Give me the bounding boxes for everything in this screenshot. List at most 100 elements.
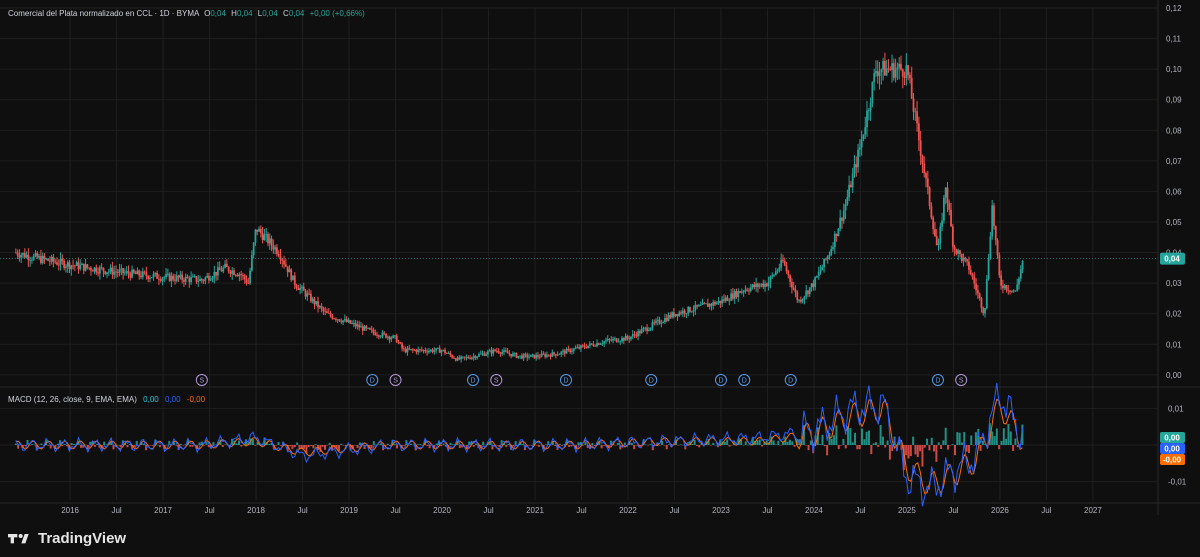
tradingview-brand[interactable]: TradingView (8, 527, 126, 549)
candle-body (513, 353, 516, 354)
candle-body (964, 257, 967, 260)
candle-body (907, 65, 910, 75)
x-tick-label: Jul (948, 506, 958, 515)
price-chart[interactable]: 0,12 0,11 0,10 0,09 0,08 0,07 0,06 0,05 0,04 0,03… (0, 0, 1200, 557)
price-point (519, 356, 521, 358)
price-point (697, 307, 699, 309)
candle-body (487, 351, 489, 355)
price-point (108, 270, 110, 272)
candle-body (31, 259, 33, 261)
price-point (674, 313, 676, 315)
candle-body (352, 322, 355, 324)
macd-histogram-bar (909, 445, 912, 457)
price-point (255, 227, 257, 229)
candle-body (637, 331, 640, 337)
candle-body (184, 276, 187, 282)
macd-histogram-bar (1002, 428, 1005, 445)
candle-body (765, 283, 768, 287)
x-tick-label: 2026 (991, 506, 1009, 515)
macd-histogram-bar (826, 445, 829, 456)
price-point (650, 325, 652, 327)
macd-histogram-bar (842, 438, 845, 445)
candle-body (935, 236, 938, 246)
macd-histogram-bar (772, 440, 775, 445)
candle-body (138, 270, 141, 276)
candle-body (880, 69, 883, 73)
x-tick-label: 2020 (433, 506, 451, 515)
candle-body (544, 354, 547, 357)
macd-legend: MACD (12, 26, close, 9, EMA, EMA) 0,00 0… (8, 395, 205, 404)
macd-title[interactable]: MACD (12, 26, close, 9, EMA, EMA) (8, 395, 137, 404)
candle-body (390, 337, 393, 340)
candle-body (379, 336, 382, 338)
candle-body (360, 326, 362, 328)
macd-histogram-bar (238, 440, 241, 445)
candle-body (483, 353, 486, 356)
candle-body (118, 269, 121, 273)
candle-body (953, 246, 956, 250)
candle-body (1010, 290, 1013, 292)
candle-body (606, 339, 609, 341)
macd-histogram-bar (940, 445, 943, 449)
macd-histogram-bar (324, 445, 327, 450)
macd-histogram-bar (496, 445, 499, 446)
candle-body (939, 226, 942, 244)
macd-histogram-bar (326, 445, 329, 446)
price-point (162, 276, 164, 278)
candle-body (276, 247, 278, 254)
candle-body (132, 269, 135, 273)
candle-body (343, 319, 346, 321)
candle-body (249, 270, 251, 284)
macd-histogram-bar (289, 445, 292, 447)
candle-body (642, 328, 645, 330)
candle-body (794, 289, 797, 293)
macd-histogram-bar (356, 445, 359, 449)
candle-body (204, 277, 207, 281)
candle-body (807, 290, 809, 294)
price-point (309, 298, 311, 300)
y-tick-label: 0,03 (1166, 279, 1182, 288)
candle-body (460, 356, 462, 360)
macd-histogram-bar (1012, 445, 1015, 452)
price-point (999, 282, 1001, 284)
candle-body (288, 269, 291, 273)
candle-body (283, 260, 285, 265)
price-point (829, 252, 831, 254)
macd-histogram-bar (919, 445, 922, 452)
candle-body (578, 347, 581, 349)
macd-histogram-bar (561, 445, 564, 446)
marker-label: S (494, 378, 499, 385)
candle-body (159, 279, 162, 281)
candle-body (1014, 290, 1017, 292)
candle-body (635, 334, 638, 337)
y-tick-label: 0,01 (1166, 340, 1182, 349)
macd-histogram-bar (535, 445, 538, 446)
candle-body (213, 272, 216, 278)
candle-body (177, 275, 180, 278)
symbol-title[interactable]: Comercial del Plata normalizado en CCL ·… (8, 9, 199, 18)
candle-body (435, 348, 437, 351)
macd-histogram-bar (40, 443, 43, 445)
candle-body (835, 233, 838, 237)
candle-body (751, 284, 754, 288)
candle-body (125, 271, 128, 273)
candle-body (910, 78, 913, 99)
candle-body (411, 349, 414, 350)
macd-histogram-bar (949, 445, 952, 446)
candle-body (504, 350, 507, 352)
candle-body (451, 355, 454, 358)
candle-body (647, 329, 650, 331)
candle-body (333, 318, 336, 320)
candle-body (919, 140, 922, 156)
macd-histogram-bar (61, 445, 64, 447)
y-tick-label: 0,11 (1166, 35, 1182, 44)
candle-body (66, 262, 69, 267)
candle-body (1000, 275, 1003, 286)
candle-body (82, 263, 85, 271)
candle-body (662, 322, 665, 324)
candle-body (463, 356, 466, 358)
price-point (248, 282, 250, 284)
macd-histogram-bar (663, 445, 666, 446)
candle-body (193, 276, 196, 278)
candle-body (758, 285, 761, 287)
